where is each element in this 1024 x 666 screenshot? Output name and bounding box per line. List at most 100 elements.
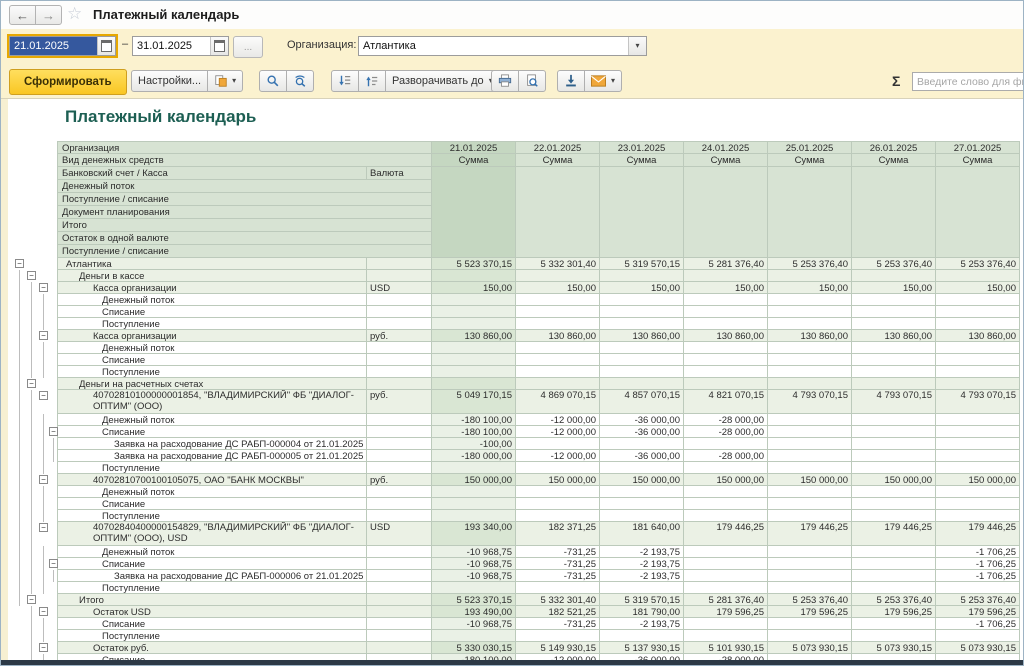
row-label-cell[interactable]: Поступление bbox=[57, 366, 367, 378]
amount-cell[interactable]: -10 968,75 bbox=[432, 570, 516, 582]
amount-cell[interactable]: 5 332 301,40 bbox=[516, 258, 600, 270]
amount-cell[interactable] bbox=[936, 342, 1020, 354]
amount-cell[interactable] bbox=[684, 498, 768, 510]
amount-cell[interactable] bbox=[768, 510, 852, 522]
amount-cell[interactable] bbox=[684, 354, 768, 366]
row-label-cell[interactable]: Касса организации bbox=[57, 330, 367, 342]
report-row[interactable]: Списание bbox=[8, 354, 1020, 366]
amount-cell[interactable]: 179 596,25 bbox=[768, 606, 852, 618]
amount-cell[interactable]: 5 253 376,40 bbox=[936, 594, 1020, 606]
amount-cell[interactable] bbox=[936, 294, 1020, 306]
amount-cell[interactable] bbox=[852, 630, 936, 642]
collapse-toggle[interactable]: − bbox=[27, 271, 36, 280]
amount-cell[interactable] bbox=[852, 378, 936, 390]
row-label-cell[interactable]: Денежный поток bbox=[57, 486, 367, 498]
amount-cell[interactable]: 181 640,00 bbox=[600, 522, 684, 546]
amount-cell[interactable]: -731,25 bbox=[516, 558, 600, 570]
filter-word-input[interactable] bbox=[912, 72, 1023, 91]
amount-cell[interactable]: 150,00 bbox=[768, 282, 852, 294]
amount-cell[interactable] bbox=[852, 426, 936, 438]
sigma-autosum-icon[interactable]: Σ bbox=[892, 73, 900, 89]
amount-cell[interactable] bbox=[432, 366, 516, 378]
save-file-button[interactable] bbox=[557, 70, 585, 92]
amount-cell[interactable] bbox=[684, 270, 768, 282]
amount-cell[interactable] bbox=[432, 306, 516, 318]
amount-cell[interactable] bbox=[432, 582, 516, 594]
amount-cell[interactable]: 150 000,00 bbox=[852, 474, 936, 486]
row-label-cell[interactable]: Списание bbox=[57, 558, 367, 570]
amount-cell[interactable] bbox=[852, 354, 936, 366]
amount-cell[interactable] bbox=[852, 366, 936, 378]
collapse-toggle[interactable]: − bbox=[39, 475, 48, 484]
row-label-cell[interactable]: Денежный поток bbox=[57, 294, 367, 306]
amount-cell[interactable]: 182 371,25 bbox=[516, 522, 600, 546]
period-more-button[interactable]: ... bbox=[233, 36, 263, 58]
amount-cell[interactable] bbox=[852, 618, 936, 630]
amount-cell[interactable] bbox=[516, 438, 600, 450]
organization-field[interactable]: Атлантика ▾ bbox=[358, 36, 647, 56]
amount-cell[interactable] bbox=[852, 486, 936, 498]
amount-cell[interactable] bbox=[516, 354, 600, 366]
amount-cell[interactable]: 150,00 bbox=[516, 282, 600, 294]
amount-cell[interactable] bbox=[936, 318, 1020, 330]
amount-cell[interactable] bbox=[516, 510, 600, 522]
settings-button[interactable]: Настройки... bbox=[131, 70, 209, 92]
amount-cell[interactable] bbox=[684, 546, 768, 558]
amount-cell[interactable] bbox=[516, 630, 600, 642]
amount-cell[interactable] bbox=[432, 318, 516, 330]
report-row[interactable]: − Остаток USD 193 490,00 182 521,25 181 790,… bbox=[8, 606, 1020, 618]
amount-cell[interactable]: 5 523 370,15 bbox=[432, 594, 516, 606]
amount-cell[interactable]: 181 790,00 bbox=[600, 606, 684, 618]
amount-cell[interactable]: 5 281 376,40 bbox=[684, 258, 768, 270]
amount-cell[interactable] bbox=[852, 582, 936, 594]
amount-cell[interactable] bbox=[768, 306, 852, 318]
find-next-button[interactable] bbox=[286, 70, 314, 92]
send-email-button[interactable]: ▾ bbox=[584, 70, 623, 92]
amount-cell[interactable]: 150,00 bbox=[600, 282, 684, 294]
amount-cell[interactable] bbox=[516, 366, 600, 378]
amount-cell[interactable] bbox=[432, 354, 516, 366]
amount-cell[interactable] bbox=[852, 414, 936, 426]
amount-cell[interactable]: 179 446,25 bbox=[852, 522, 936, 546]
amount-cell[interactable] bbox=[684, 378, 768, 390]
report-row[interactable]: Заявка на расходование ДС РАБП-000004 от… bbox=[8, 438, 1020, 450]
amount-cell[interactable] bbox=[432, 270, 516, 282]
amount-cell[interactable]: 150 000,00 bbox=[684, 474, 768, 486]
amount-cell[interactable]: -12 000,00 bbox=[516, 414, 600, 426]
row-label-cell[interactable]: Заявка на расходование ДС РАБП-000005 от… bbox=[57, 450, 367, 462]
amount-cell[interactable]: -28 000,00 bbox=[684, 426, 768, 438]
report-row[interactable]: Денежный поток bbox=[8, 342, 1020, 354]
amount-cell[interactable]: 179 446,25 bbox=[684, 522, 768, 546]
amount-cell[interactable]: 5 330 030,15 bbox=[432, 642, 516, 654]
amount-cell[interactable] bbox=[516, 462, 600, 474]
amount-cell[interactable] bbox=[936, 306, 1020, 318]
date-from-value[interactable]: 21.01.2025 bbox=[10, 37, 97, 55]
amount-cell[interactable] bbox=[852, 306, 936, 318]
amount-cell[interactable] bbox=[936, 366, 1020, 378]
amount-cell[interactable] bbox=[516, 318, 600, 330]
amount-cell[interactable]: -100,00 bbox=[432, 438, 516, 450]
amount-cell[interactable]: 5 253 376,40 bbox=[852, 594, 936, 606]
amount-cell[interactable]: 5 149 930,15 bbox=[516, 642, 600, 654]
amount-cell[interactable]: -180 100,00 bbox=[432, 414, 516, 426]
report-row[interactable]: Списание bbox=[8, 498, 1020, 510]
amount-cell[interactable] bbox=[852, 450, 936, 462]
amount-cell[interactable] bbox=[936, 498, 1020, 510]
amount-cell[interactable]: 5 253 376,40 bbox=[852, 258, 936, 270]
report-row[interactable]: Списание bbox=[8, 306, 1020, 318]
amount-cell[interactable]: 5 319 570,15 bbox=[600, 258, 684, 270]
amount-cell[interactable] bbox=[684, 342, 768, 354]
amount-cell[interactable] bbox=[936, 270, 1020, 282]
report-row[interactable]: Денежный поток bbox=[8, 294, 1020, 306]
amount-cell[interactable] bbox=[852, 270, 936, 282]
amount-cell[interactable] bbox=[432, 498, 516, 510]
amount-cell[interactable] bbox=[768, 486, 852, 498]
amount-cell[interactable] bbox=[516, 486, 600, 498]
amount-cell[interactable]: -2 193,75 bbox=[600, 546, 684, 558]
amount-cell[interactable] bbox=[516, 498, 600, 510]
print-button[interactable] bbox=[491, 70, 519, 92]
amount-cell[interactable]: 5 253 376,40 bbox=[768, 258, 852, 270]
amount-cell[interactable] bbox=[852, 546, 936, 558]
calendar-button[interactable] bbox=[97, 37, 115, 55]
amount-cell[interactable] bbox=[600, 366, 684, 378]
